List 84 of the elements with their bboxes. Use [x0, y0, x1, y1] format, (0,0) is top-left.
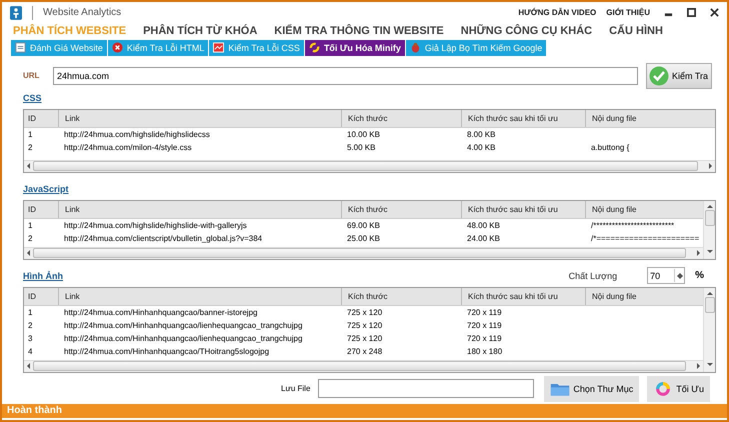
column-header[interactable]: ID: [24, 200, 58, 218]
bug-icon: [410, 42, 421, 54]
table-cell: 2: [28, 142, 32, 152]
nav-tab[interactable]: KIỂM TRA THÔNG TIN WEBSITE: [274, 24, 444, 37]
column-header[interactable]: ID: [24, 288, 58, 305]
nav-tab[interactable]: CẤU HÌNH: [609, 24, 663, 37]
table-cell: 3: [28, 334, 32, 343]
table-cell: http://24hmua.com/Hinhanhquangcao/lienhequangcao_trangchujpg: [64, 334, 302, 343]
error-icon: [112, 42, 123, 54]
section-title[interactable]: JavaScript: [23, 184, 69, 194]
table-cell: 4.00 KB: [467, 142, 496, 152]
nav-tab[interactable]: PHÂN TÍCH TỪ KHÓA: [143, 24, 258, 37]
header-link[interactable]: GIỚI THIỆU: [606, 8, 650, 18]
table-cell: 720 x 119: [467, 334, 502, 343]
status-bar: Hoàn thành: [2, 404, 727, 418]
horizontal-scrollbar[interactable]: [24, 160, 715, 172]
table-cell: 8.00 KB: [467, 130, 496, 139]
table-cell: 725 x 120: [347, 334, 382, 343]
table-cell: 1: [28, 308, 32, 317]
table-cell: 5.00 KB: [347, 142, 376, 152]
save-file-label: Lưu File: [281, 384, 310, 394]
section-title[interactable]: Hình Ảnh: [23, 270, 63, 281]
table-cell: 1: [28, 130, 32, 139]
column-header[interactable]: Kích thước: [341, 288, 461, 305]
vertical-scrollbar[interactable]: [703, 200, 715, 259]
app-logo-icon: [10, 6, 22, 20]
optimize-button[interactable]: Tối Ưu: [647, 376, 710, 402]
column-header[interactable]: Kích thước sau khi tối ưu: [461, 110, 585, 127]
check-button[interactable]: Kiểm Tra: [646, 62, 712, 89]
window-title: Website Analytics: [43, 7, 122, 18]
table-cell: 720 x 119: [467, 308, 502, 317]
table-cell: /*======================: [591, 234, 700, 243]
column-header[interactable]: Kích thước: [341, 110, 461, 127]
table-cell: 2: [28, 320, 32, 330]
checkmark-icon: [649, 66, 669, 86]
table-cell: 25.00 KB: [347, 234, 380, 243]
table-cell: http://24hmua.com/highslide/highslidecss: [64, 130, 210, 139]
table-cell: 2: [28, 234, 32, 243]
table-cell: http://24hmua.com/clientscript/vbulletin_global.js?v=384: [64, 234, 262, 243]
save-file-field[interactable]: [318, 379, 534, 398]
table-cell: http://24hmua.com/Hinhanhquangcao/THoitrang5slogojpg: [64, 346, 270, 356]
table-cell: http://24hmua.com/Hinhanhquangcao/lienhequangcao_trangchujpg: [64, 320, 302, 330]
table-cell: 4: [28, 346, 32, 356]
ring-icon: [308, 42, 320, 54]
vertical-scrollbar[interactable]: [703, 288, 715, 372]
table-cell: a.buttong {: [591, 142, 630, 152]
url-label: URL: [23, 71, 40, 80]
quality-label: Chất Lượng: [568, 270, 618, 281]
image-icon: [213, 42, 224, 54]
header-link[interactable]: HƯỚNG DẪN VIDEO: [518, 8, 596, 18]
document-icon: [15, 42, 26, 54]
column-header[interactable]: Kích thước: [341, 200, 461, 218]
column-header[interactable]: Link: [58, 288, 341, 305]
table-cell: /**************************: [591, 220, 674, 230]
column-header[interactable]: ID: [24, 110, 58, 127]
horizontal-scrollbar[interactable]: [24, 360, 703, 372]
table-cell: 725 x 120: [347, 308, 382, 317]
table-cell: 720 x 119: [467, 320, 502, 330]
column-header[interactable]: Link: [58, 200, 341, 218]
percent-label: %: [695, 270, 704, 282]
quality-spinner[interactable]: 70: [647, 267, 686, 284]
maximize-icon[interactable]: [687, 8, 696, 18]
table-cell: 180 x 180: [467, 346, 502, 356]
column-header[interactable]: Kích thước sau khi tối ưu: [461, 200, 585, 218]
table-cell: 1: [28, 220, 32, 230]
table-cell: 69.00 KB: [347, 220, 380, 230]
table-cell: 24.00 KB: [467, 234, 500, 243]
table-cell: 270 x 248: [347, 346, 382, 356]
table-cell: 48.00 KB: [467, 220, 500, 230]
column-header[interactable]: Kích thước sau khi tối ưu: [461, 288, 585, 305]
sub-tab[interactable]: Tối Ưu Hóa Minify: [304, 40, 405, 56]
nav-tab[interactable]: NHỮNG CÔNG CỤ KHÁC: [460, 24, 592, 37]
column-header[interactable]: Nội dung file: [585, 110, 703, 127]
table-cell: 10.00 KB: [347, 130, 380, 139]
url-field[interactable]: 24hmua.com: [53, 66, 638, 85]
table-cell: http://24hmua.com/Hinhanhquangcao/banner-istorejpg: [64, 308, 258, 317]
choose-folder-button[interactable]: Chọn Thư Mục: [544, 376, 640, 402]
table-cell: http://24hmua.com/highslide/highslide-with-galleryjs: [64, 220, 247, 230]
horizontal-scrollbar[interactable]: [24, 246, 703, 259]
section-title[interactable]: CSS: [23, 92, 42, 103]
table-cell: http://24hmua.com/milon-4/style.css: [64, 142, 192, 152]
table-cell: 725 x 120: [347, 320, 382, 330]
close-icon[interactable]: [710, 8, 719, 18]
column-header[interactable]: Link: [58, 110, 341, 127]
